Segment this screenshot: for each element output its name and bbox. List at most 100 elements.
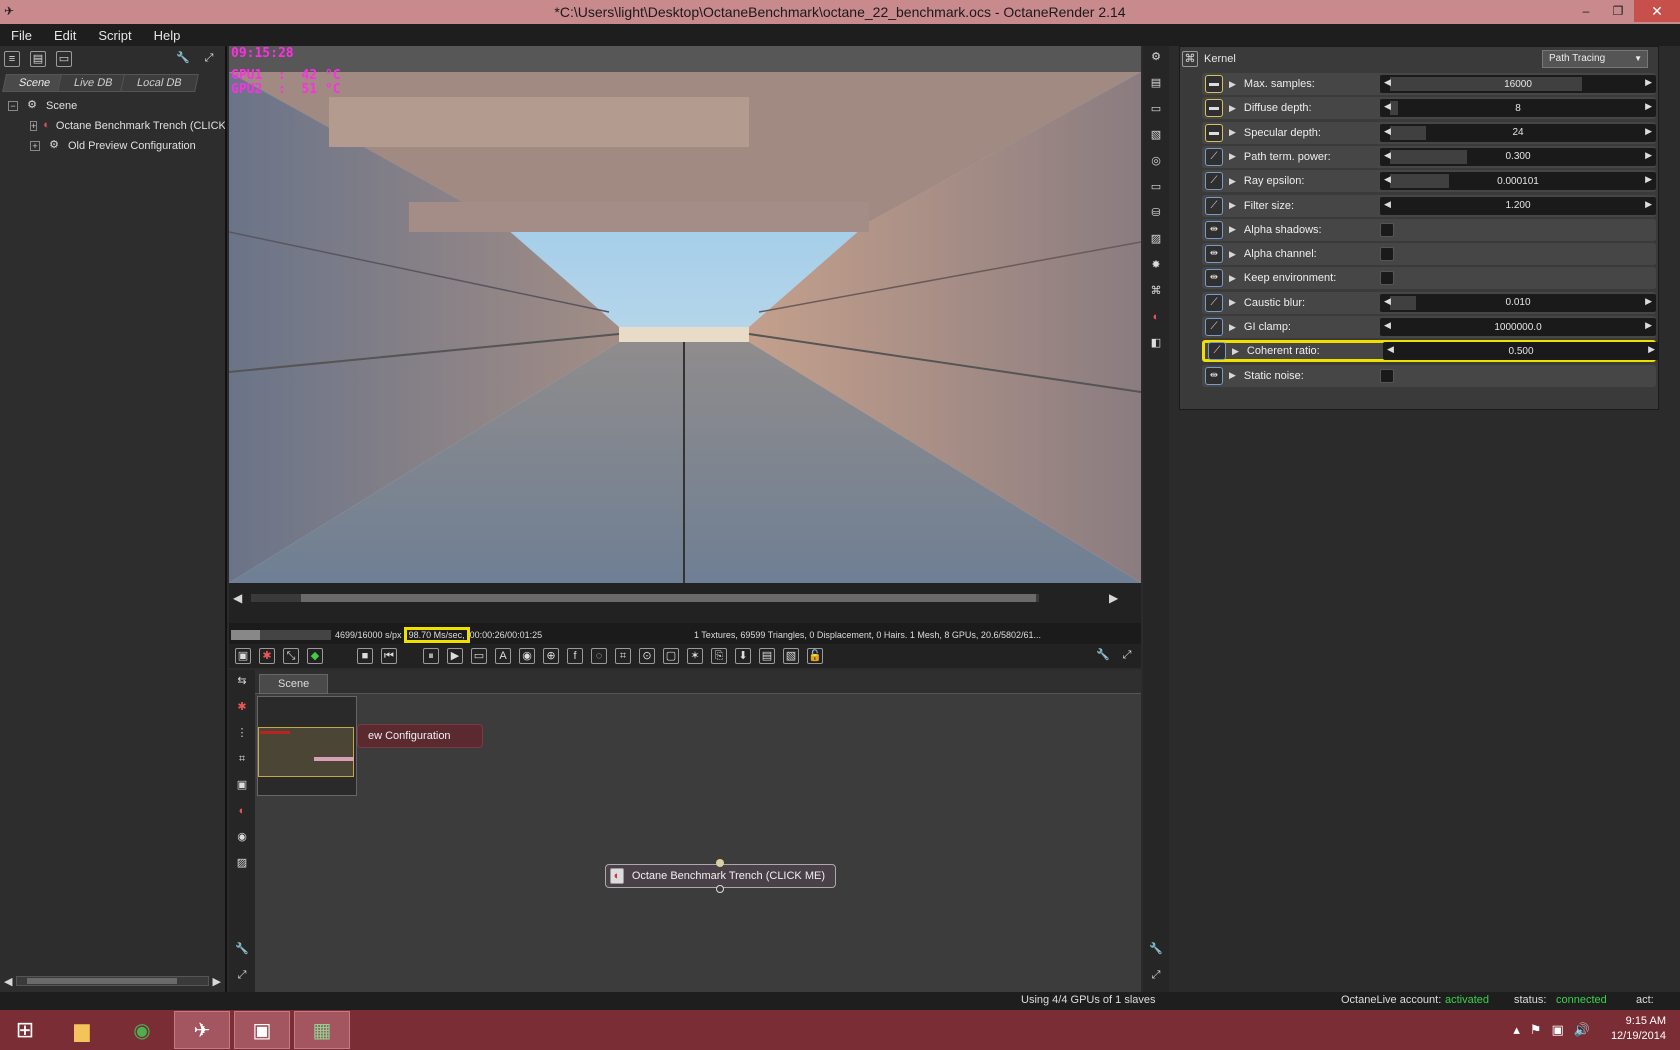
outliner-hscrollbar[interactable]: ◀ ▶	[0, 970, 225, 992]
fullscreen-icon[interactable]: ⤢	[1119, 648, 1135, 664]
slider-decrement-icon[interactable]: ◀	[1384, 126, 1391, 137]
expand-arrow-icon[interactable]: ▶	[1229, 297, 1236, 308]
wrench-icon[interactable]: 🔧	[1095, 648, 1111, 664]
kernel-param-row[interactable]: ⇹ ▶ Keep environment:	[1202, 267, 1656, 290]
snapshot-icon[interactable]: ▣	[235, 648, 251, 664]
file-explorer-icon[interactable]: ▆	[54, 1011, 110, 1049]
network-icon[interactable]: ▣	[1552, 1022, 1564, 1038]
param-slider[interactable]: ◀ 1.200 ▶	[1380, 196, 1656, 215]
outliner-list-icon[interactable]: ≡	[4, 51, 20, 67]
node-input-pin[interactable]	[716, 859, 724, 867]
param-type-icon[interactable]: ▬	[1205, 75, 1223, 93]
slider-decrement-icon[interactable]: ◀	[1384, 320, 1391, 331]
param-type-icon[interactable]: ⟋	[1205, 147, 1223, 166]
start-button[interactable]: ⊞	[0, 1011, 50, 1049]
slider-increment-icon[interactable]: ▶	[1645, 199, 1652, 210]
expand-arrow-icon[interactable]: ▶	[1229, 176, 1236, 187]
minimize-button[interactable]: ‒	[1570, 0, 1602, 22]
node-graph-editor[interactable]: ⇆ ✱ ⋮ ⌗ ▣ ◐ ◉ ▨ 🔧 ⤢ Scene ew Configurati…	[229, 670, 1141, 992]
light-icon[interactable]: ✸	[1148, 258, 1164, 274]
viewport-resolution-icon[interactable]: ▢	[663, 648, 679, 664]
layers-icon[interactable]: ▤	[1148, 76, 1164, 92]
scroll-left-arrow-icon[interactable]: ◀	[233, 591, 242, 605]
slider-increment-icon[interactable]: ▶	[1645, 126, 1652, 137]
kernel-type-dropdown[interactable]: Path Tracing ▼	[1542, 50, 1648, 68]
kernel-param-row[interactable]: ▬ ▶ Max. samples: ◀ 16000 ▶	[1202, 73, 1656, 95]
scroll-track[interactable]	[251, 594, 1039, 602]
graph-minimap[interactable]	[257, 696, 357, 796]
copy-icon[interactable]: ⎘	[711, 648, 727, 664]
octane-taskbar-icon[interactable]: ✈	[174, 1011, 230, 1049]
menu-edit[interactable]: Edit	[43, 28, 87, 43]
rewind-icon[interactable]: ⏮	[381, 648, 397, 664]
tree-item-benchmark-trench[interactable]: + ◐ Octane Benchmark Trench (CLICK ME)	[0, 116, 225, 136]
white-balance-icon[interactable]: ◌	[591, 648, 607, 664]
scroll-left-arrow-icon[interactable]: ◀	[4, 975, 12, 988]
param-type-icon[interactable]: ⟋	[1208, 342, 1226, 361]
param-checkbox[interactable]	[1380, 368, 1394, 383]
param-type-icon[interactable]: ⇹	[1205, 220, 1223, 239]
texture-node-icon[interactable]: ▨	[234, 856, 250, 872]
select-nodes-icon[interactable]: ⌗	[234, 752, 250, 768]
image-icon[interactable]: ▧	[783, 648, 799, 664]
expand-arrow-icon[interactable]: ▶	[1229, 79, 1236, 90]
collapse-icon[interactable]: ▭	[1148, 102, 1164, 118]
layers-render-icon[interactable]: ▤	[759, 648, 775, 664]
object-picker-icon[interactable]: ⊕	[543, 648, 559, 664]
material-picker-icon[interactable]: ◉	[519, 648, 535, 664]
slider-increment-icon[interactable]: ▶	[1645, 77, 1652, 88]
wrench-icon[interactable]: 🔧	[1148, 942, 1164, 958]
picture-icon[interactable]: ▨	[1148, 232, 1164, 248]
database-icon[interactable]: ⛁	[1148, 206, 1164, 222]
slider-increment-icon[interactable]: ▶	[1645, 101, 1652, 112]
geometry-icon[interactable]: ◧	[1148, 336, 1164, 352]
close-button[interactable]: ✕	[1634, 0, 1680, 22]
param-slider[interactable]: ◀ 1000000.0 ▶	[1380, 318, 1656, 336]
slider-decrement-icon[interactable]: ◀	[1384, 101, 1391, 112]
kernel-param-row[interactable]: ⟋ ▶ Ray epsilon: ◀ 0.000101 ▶	[1202, 170, 1656, 193]
kernel-param-row[interactable]: ⇹ ▶ Alpha shadows:	[1202, 218, 1656, 241]
image-settings-icon[interactable]: ▧	[1148, 128, 1164, 144]
param-slider[interactable]: ◀ 0.300 ▶	[1380, 147, 1656, 166]
layers-icon[interactable]: ▤	[30, 51, 46, 67]
kernel-param-row[interactable]: ⟋ ▶ Path term. power: ◀ 0.300 ▶	[1202, 145, 1656, 168]
kernel-icon[interactable]: ⌘	[1148, 284, 1164, 300]
param-slider[interactable]: ◀ 16000 ▶	[1380, 75, 1656, 93]
display-icon[interactable]: ▭	[471, 648, 487, 664]
slider-decrement-icon[interactable]: ◀	[1384, 199, 1391, 210]
param-type-icon[interactable]: ⟋	[1205, 196, 1223, 215]
camera-settings-icon[interactable]: ⚙	[1148, 50, 1164, 66]
fullscreen-icon[interactable]: ⤢	[1148, 968, 1164, 984]
material-node-icon[interactable]: ◉	[234, 830, 250, 846]
scroll-right-arrow-icon[interactable]: ▶	[213, 975, 221, 988]
kernel-param-row[interactable]: ▬ ▶ Specular depth: ◀ 24 ▶	[1202, 121, 1656, 144]
tab-live-db[interactable]: Live DB	[57, 74, 130, 92]
arrange-nodes-icon[interactable]: ⋮	[234, 726, 250, 742]
tree-expander[interactable]: +	[30, 141, 40, 151]
slider-increment-icon[interactable]: ▶	[1645, 296, 1652, 307]
param-slider[interactable]: ◀ 0.500 ▶	[1383, 342, 1659, 361]
kernel-param-row[interactable]: ⟋ ▶ Filter size: ◀ 1.200 ▶	[1202, 194, 1656, 217]
param-slider[interactable]: ◀ 0.000101 ▶	[1380, 172, 1656, 191]
scroll-track[interactable]	[16, 976, 209, 986]
param-slider[interactable]: ◀ 8 ▶	[1380, 99, 1656, 118]
kernel-param-row[interactable]: ⟋ ▶ GI clamp: ◀ 1000000.0 ▶	[1202, 316, 1656, 338]
region-render-icon[interactable]: ⤡	[283, 648, 299, 664]
tree-item-scene[interactable]: − ⚙ Scene	[0, 96, 225, 116]
node-output-pin[interactable]	[716, 885, 724, 893]
expand-arrow-icon[interactable]: ▶	[1229, 151, 1236, 162]
menu-help[interactable]: Help	[143, 28, 192, 43]
expand-arrow-icon[interactable]: ▶	[1229, 224, 1236, 235]
minimap-viewport[interactable]	[258, 727, 354, 777]
param-checkbox[interactable]	[1380, 247, 1394, 262]
tab-local-db[interactable]: Local DB	[119, 74, 199, 92]
tab-scene-graph[interactable]: Scene	[259, 674, 329, 694]
slider-decrement-icon[interactable]: ◀	[1384, 150, 1391, 161]
param-checkbox[interactable]	[1380, 271, 1394, 286]
expand-arrow-icon[interactable]: ▶	[1229, 200, 1236, 211]
slider-decrement-icon[interactable]: ◀	[1384, 296, 1391, 307]
decal-icon[interactable]: ✶	[687, 648, 703, 664]
param-type-icon[interactable]: ⟋	[1205, 172, 1223, 191]
expand-arrow-icon[interactable]: ▶	[1232, 346, 1239, 357]
param-type-icon[interactable]: ⟋	[1205, 293, 1223, 312]
